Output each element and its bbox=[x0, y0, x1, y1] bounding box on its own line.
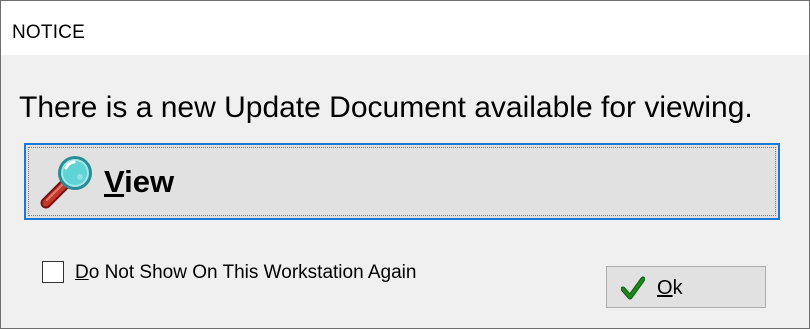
checkmark-icon bbox=[621, 276, 645, 300]
magnifier-icon bbox=[40, 156, 92, 209]
notice-message: There is a new Update Document available… bbox=[19, 91, 753, 124]
view-button[interactable]: View bbox=[24, 143, 780, 220]
window-title: NOTICE bbox=[12, 22, 85, 43]
do-not-show-checkbox[interactable] bbox=[42, 261, 64, 283]
do-not-show-label[interactable]: Do Not Show On This Workstation Again bbox=[75, 261, 416, 285]
notice-dialog: NOTICE There is a new Update Document av… bbox=[0, 0, 810, 329]
ok-button[interactable]: Ok bbox=[606, 266, 766, 308]
view-button-label: View bbox=[104, 164, 175, 199]
title-bar: NOTICE bbox=[1, 1, 809, 55]
ok-button-label: Ok bbox=[657, 277, 683, 299]
